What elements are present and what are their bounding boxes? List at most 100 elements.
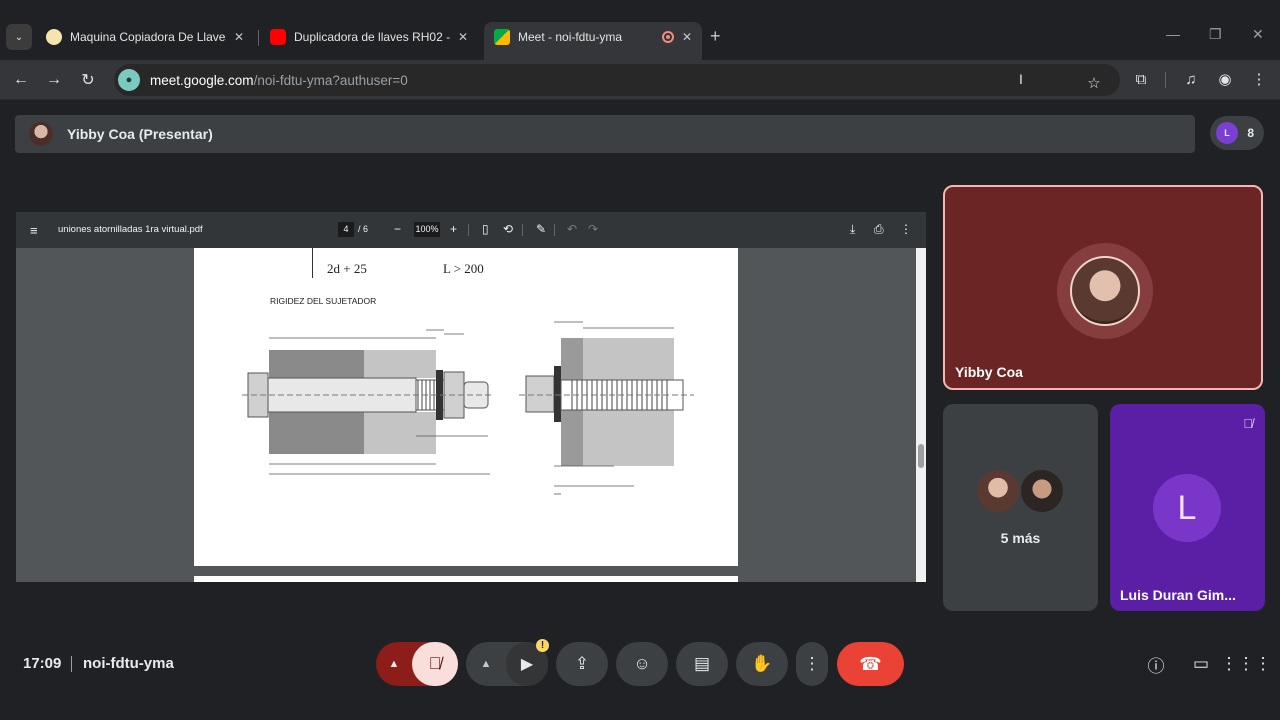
undo-icon[interactable]: ↶ [567,222,577,236]
zoom-in-icon[interactable]: + [450,222,457,236]
close-window-icon[interactable]: ✕ [1252,26,1264,43]
shared-pdf-viewer[interactable]: ≡ uniones atornilladas 1ra virtual.pdf 4… [16,212,926,582]
zoom-out-icon[interactable]: − [394,222,401,236]
camera-control-group: ▲ ▶ [466,642,548,686]
more-participants-avatars [975,468,1067,516]
restore-icon[interactable]: ❐ [1209,26,1222,43]
chevron-down-icon: ⌄ [14,31,24,43]
raise-hand-button[interactable]: ✋ [736,642,788,686]
close-tab-icon[interactable]: ✕ [682,30,692,44]
text-cursor-icon: I [1019,71,1023,87]
participant-tile-yibby[interactable]: Yibby Coa [943,185,1263,390]
redo-icon[interactable]: ↷ [588,222,598,236]
activities-grid-icon[interactable]: ⋮⋮⋮ [1221,652,1272,676]
annotate-icon[interactable]: ✎ [536,222,546,236]
minimize-icon[interactable]: — [1166,26,1180,42]
chat-icon[interactable]: ▭ [1189,652,1213,676]
pdf-toolbar-divider [554,224,555,236]
divider [71,656,72,672]
bookmark-star-icon[interactable]: ☆ [1084,73,1104,93]
avatar [1019,468,1065,514]
bolt-joint-diagram [242,321,694,495]
pdf-page: 2d + 25 L > 200 RIGIDEZ DEL SUJETADOR [194,244,738,566]
pdf-next-page [194,576,738,582]
captions-icon: ▤ [693,654,711,673]
extensions-icon[interactable]: ⧉ [1131,69,1151,89]
tab-meet[interactable]: Meet - noi-fdtu-yma ✕ [484,22,702,60]
pdf-scrollbar[interactable] [916,248,926,582]
warning-icon: ! [536,639,549,652]
meet-icon [494,29,510,45]
formula-expression: 2d + 25 [327,261,367,276]
meet-app: Yibby Coa (Presentar) L 8 ≡ uniones ator… [0,100,1280,720]
browser-toolbar: ← → ↻ ● meet.google.com/noi-fdtu-yma?aut… [0,60,1280,100]
media-controls-icon[interactable]: ♫ [1181,69,1201,89]
tab-title: Duplicadora de llaves RH02 - Fe [294,30,450,44]
reactions-button[interactable]: ☺ [616,642,668,686]
toolbar-divider [1165,72,1166,88]
hand-icon: ✋ [751,654,773,673]
tab-favicon-icon [46,29,62,45]
url-host: meet.google.com [150,72,254,88]
pdf-page-total: / 6 [358,224,369,234]
more-options-button[interactable]: ⋮ [796,642,828,686]
end-call-button[interactable]: ☎ [837,642,904,686]
mic-toggle-button[interactable]: 🎙̸ [412,642,458,686]
mic-off-icon: 🎙̸ [1243,416,1253,431]
tab-search-button[interactable]: ⌄ [6,24,32,50]
more-vert-icon: ⋮ [803,654,821,673]
participants-button[interactable]: L 8 [1210,116,1264,150]
scrollbar-thumb[interactable] [918,444,924,468]
tab-duplicadora[interactable]: Duplicadora de llaves RH02 - Fe ✕ [260,22,478,52]
profile-icon[interactable]: ◉ [1215,69,1235,89]
present-screen-icon: ⇪ [574,654,590,673]
emoji-icon: ☺ [633,654,651,673]
participant-name: Luis Duran Gim... [1120,587,1236,603]
participant-count: 8 [1247,126,1254,140]
microphone-in-use-icon[interactable]: ● [118,69,140,91]
present-screen-button[interactable]: ⇪ [556,642,608,686]
meeting-info-icon[interactable]: ⓘ [1144,652,1168,676]
tab-separator [258,30,259,46]
participant-name: Yibby Coa [955,364,1023,380]
chrome-menu-icon[interactable]: ⋮ [1249,69,1269,89]
presenter-bar[interactable]: Yibby Coa (Presentar) [15,115,1195,153]
speaking-ring [1057,243,1153,339]
formula-bracket [312,244,316,278]
pdf-more-icon[interactable]: ⋮ [900,222,912,236]
fit-page-icon[interactable]: ▯ [482,222,489,236]
close-tab-icon[interactable]: ✕ [458,30,468,44]
hang-up-icon: ☎ [859,653,882,674]
url-path: /noi-fdtu-yma?authuser=0 [253,72,408,88]
forward-icon[interactable]: → [43,69,65,91]
section-title: RIGIDEZ DEL SUJETADOR [270,296,377,306]
recording-icon [661,31,674,43]
avatar [1070,256,1140,326]
captions-button[interactable]: ▤ [676,642,728,686]
formula-condition: L > 200 [443,261,484,276]
tab-title: Meet - noi-fdtu-yma [518,30,623,44]
participant-tile-luis[interactable]: 🎙̸ L Luis Duran Gim... [1110,404,1265,611]
back-icon[interactable]: ← [10,69,32,91]
avatar: L [1153,474,1221,542]
mic-control-group: ▲ 🎙̸ [376,642,458,686]
url-text: meet.google.com/noi-fdtu-yma?authuser=0 [150,73,408,88]
pdf-page-input[interactable]: 4 [338,222,354,237]
rotate-icon[interactable]: ⟲ [503,222,513,236]
chevron-up-icon[interactable]: ▲ [376,658,412,670]
reload-icon[interactable]: ↻ [77,69,99,91]
participant-mini-avatar: L [1216,122,1238,144]
pdf-toolbar-divider [468,224,469,236]
pdf-menu-icon[interactable]: ≡ [30,223,38,238]
tab-maquina-copiadora[interactable]: Maquina Copiadora De Llaves E ✕ [36,22,254,52]
pdf-zoom-input[interactable]: 100% [414,222,440,237]
download-icon[interactable]: ⤓ [850,222,855,237]
chevron-up-icon[interactable]: ▲ [466,658,506,670]
participant-tile-more[interactable]: 5 más [943,404,1098,611]
avatar [29,122,53,146]
address-bar[interactable]: ● meet.google.com/noi-fdtu-yma?authuser=… [114,64,1120,96]
close-tab-icon[interactable]: ✕ [234,30,244,44]
tab-strip: ⌄ Maquina Copiadora De Llaves E ✕ Duplic… [0,0,1280,60]
print-icon[interactable]: ⎙ [874,222,884,237]
new-tab-button[interactable]: + [710,26,721,47]
